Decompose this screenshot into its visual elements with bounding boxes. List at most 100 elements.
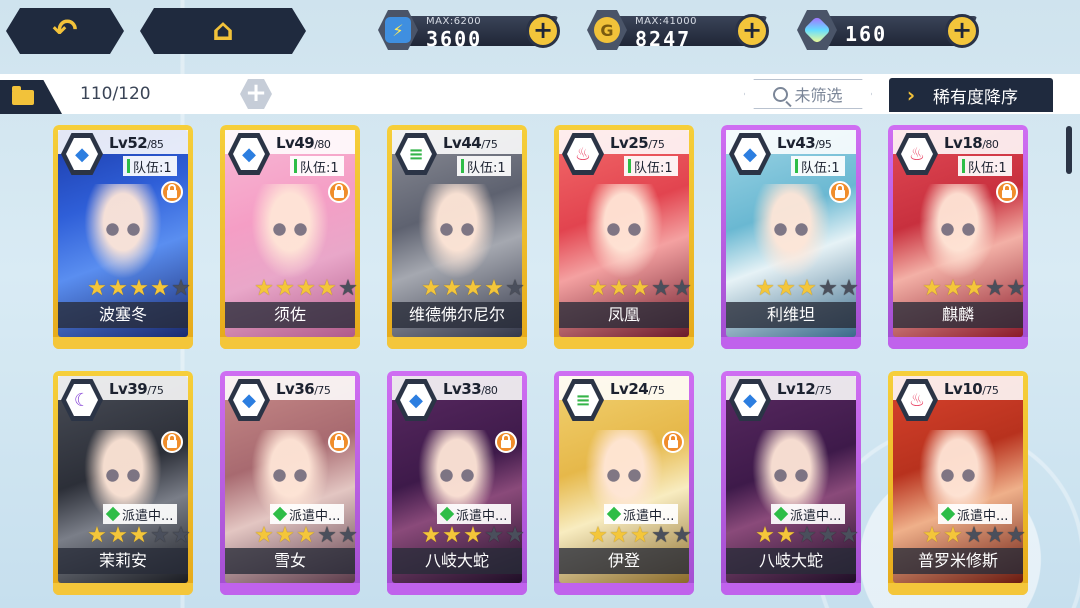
star-empty-icon: ★ [505,276,525,301]
home-button[interactable]: ⌂ [140,8,306,54]
level-label: Lv25/75 [610,134,665,152]
lock-icon[interactable] [996,181,1018,203]
dispatch-cube-icon [272,506,288,522]
lock-icon[interactable] [495,431,517,453]
star-filled-icon: ★ [129,276,149,301]
dispatch-label: 派遣中... [957,508,1009,524]
back-arrow-icon: ↶ [52,13,78,48]
character-grid: ◆ Lv52/85 队伍:1 ★ ★ ★ ★ ★ 波塞冬 ◆ Lv49/80 队伍:1 ★ ★ ★ ★ ★ 须佐 ≡… [53,125,1033,595]
level-max: /75 [147,384,164,397]
star-filled-icon: ★ [776,276,796,301]
star-filled-icon: ★ [296,523,316,548]
level-value: Lv33 [443,380,482,398]
character-card[interactable]: ♨ Lv10/75 派遣中... ★ ★ ★ ★ ★ 普罗米修斯 [888,371,1028,595]
rarity-bar [53,337,193,349]
sort-label: 稀有度降序 [933,87,1018,108]
level-label: Lv24/75 [610,380,665,398]
team-label: 队伍:1 [968,160,1007,176]
rarity-bar [387,337,527,349]
lock-icon[interactable] [829,181,851,203]
star-filled-icon: ★ [108,276,128,301]
level-value: Lv10 [944,380,983,398]
character-card[interactable]: ♨ Lv25/75 队伍:1 ★ ★ ★ ★ ★ 凤凰 [554,125,694,349]
character-card[interactable]: ◆ Lv43/95 队伍:1 ★ ★ ★ ★ ★ 利维坦 [721,125,861,349]
gold-max: MAX:41000 [635,16,697,27]
dispatch-badge: 派遣中... [103,504,178,524]
character-card[interactable]: ◆ Lv33/80 派遣中... ★ ★ ★ ★ ★ 八岐大蛇 [387,371,527,595]
star-filled-icon: ★ [964,276,984,301]
character-card[interactable]: ◆ Lv12/75 派遣中... ★ ★ ★ ★ ★ 八岐大蛇 [721,371,861,595]
lock-icon[interactable] [328,181,350,203]
level-label: Lv18/80 [944,134,999,152]
star-empty-icon: ★ [818,523,838,548]
level-value: Lv43 [777,134,816,152]
team-marker [628,159,631,173]
dispatch-badge: 派遣中... [437,504,512,524]
expand-slots-button[interactable]: + [240,79,272,109]
star-filled-icon: ★ [442,276,462,301]
lock-icon[interactable] [662,431,684,453]
add-gem-button[interactable]: + [945,14,979,48]
star-filled-icon: ★ [296,276,316,301]
star-filled-icon: ★ [630,523,650,548]
add-stamina-button[interactable]: + [526,14,560,48]
level-max: /75 [648,384,665,397]
star-filled-icon: ★ [254,276,274,301]
rarity-bar [554,583,694,595]
character-card[interactable]: ◆ Lv52/85 队伍:1 ★ ★ ★ ★ ★ 波塞冬 [53,125,193,349]
character-name: 伊登 [559,548,689,574]
star-empty-icon: ★ [317,523,337,548]
character-name: 须佐 [225,302,355,328]
star-empty-icon: ★ [839,523,859,548]
add-gold-button[interactable]: + [735,14,769,48]
star-filled-icon: ★ [87,523,107,548]
level-label: Lv36/75 [276,380,331,398]
star-filled-icon: ★ [797,276,817,301]
character-card[interactable]: ☾ Lv39/75 派遣中... ★ ★ ★ ★ ★ 茉莉安 [53,371,193,595]
dispatch-cube-icon [773,506,789,522]
star-rating: ★ ★ ★ ★ ★ [922,525,1026,547]
level-value: Lv44 [443,134,482,152]
dispatch-badge: 派遣中... [604,504,679,524]
team-label: 队伍:1 [133,160,172,176]
star-filled-icon: ★ [442,523,462,548]
star-empty-icon: ★ [672,276,692,301]
lock-icon[interactable] [161,431,183,453]
character-name: 茉莉安 [58,548,188,574]
star-rating: ★ ★ ★ ★ ★ [755,278,859,300]
star-filled-icon: ★ [588,523,608,548]
dispatch-label: 派遣中... [456,508,508,524]
lock-icon[interactable] [328,431,350,453]
scrollbar[interactable] [1066,126,1072,174]
filter-button[interactable]: 未筛选 [744,79,872,109]
star-empty-icon: ★ [171,276,191,301]
level-max: /95 [815,138,832,151]
star-rating: ★ ★ ★ ★ ★ [254,525,358,547]
lock-icon[interactable] [161,181,183,203]
roster-count: 110/120 [80,84,151,104]
sort-button[interactable]: › 稀有度降序 [889,78,1053,112]
star-filled-icon: ★ [943,523,963,548]
level-max: /75 [314,384,331,397]
character-card[interactable]: ◆ Lv36/75 派遣中... ★ ★ ★ ★ ★ 雪女 [220,371,360,595]
character-card[interactable]: ≡ Lv24/75 派遣中... ★ ★ ★ ★ ★ 伊登 [554,371,694,595]
back-button[interactable]: ↶ [6,8,124,54]
inventory-tab[interactable] [0,80,62,114]
star-filled-icon: ★ [484,276,504,301]
level-label: Lv52/85 [109,134,164,152]
character-card[interactable]: ≡ Lv44/75 队伍:1 ★ ★ ★ ★ ★ 维德佛尔尼尔 [387,125,527,349]
level-label: Lv44/75 [443,134,498,152]
dispatch-badge: 派遣中... [771,504,846,524]
level-value: Lv12 [777,380,816,398]
stamina-max: MAX:6200 [426,16,482,27]
team-badge: 队伍:1 [457,156,511,176]
star-filled-icon: ★ [129,523,149,548]
team-marker [461,159,464,173]
star-empty-icon: ★ [651,523,671,548]
character-name: 八岐大蛇 [392,548,522,574]
character-card[interactable]: ♨ Lv18/80 队伍:1 ★ ★ ★ ★ ★ 麒麟 [888,125,1028,349]
star-empty-icon: ★ [672,523,692,548]
star-filled-icon: ★ [421,523,441,548]
character-card[interactable]: ◆ Lv49/80 队伍:1 ★ ★ ★ ★ ★ 须佐 [220,125,360,349]
rarity-bar [721,337,861,349]
